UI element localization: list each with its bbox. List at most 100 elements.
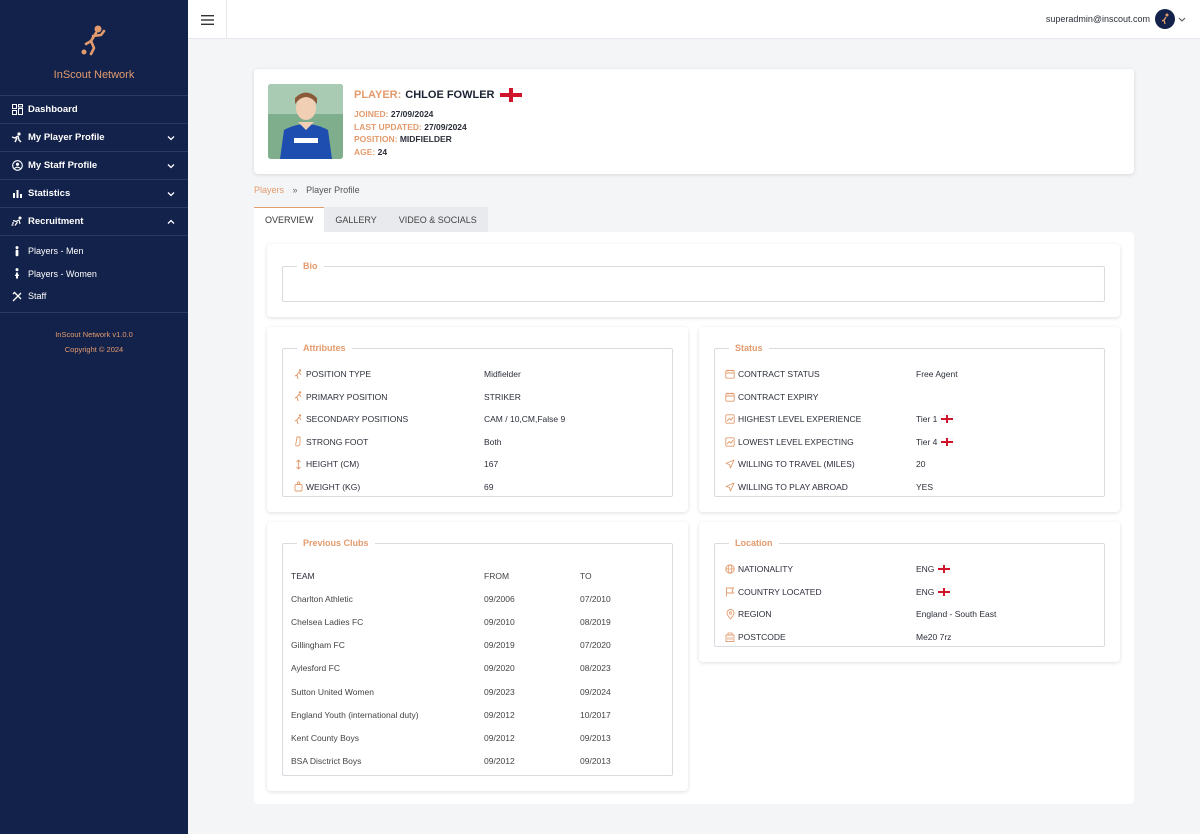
club-to: 08/2023 <box>580 663 611 674</box>
version-text: InScout Network v1.0.0 <box>55 329 133 339</box>
tab-video-socials[interactable]: VIDEO & SOCIALS <box>387 207 488 232</box>
brand: InScout Network <box>0 0 188 96</box>
location-value: Me20 7rz <box>916 631 952 642</box>
tab-gallery[interactable]: GALLERY <box>324 207 388 232</box>
status-row: HIGHEST LEVEL EXPERIENCE Tier 1 <box>723 408 1096 431</box>
attribute-row: WEIGHT (KG) 69 <box>291 476 664 499</box>
table-row: Sutton United Women 09/2023 09/2024 <box>291 680 664 703</box>
send-icon <box>723 481 737 493</box>
subnav-players-men[interactable]: Players - Men <box>0 240 188 263</box>
attribute-row: HEIGHT (CM) 167 <box>291 453 664 476</box>
nav-recruitment[interactable]: Recruitment <box>0 208 188 236</box>
table-row: BSA Disctrict Boys 09/2012 09/2013 <box>291 750 664 773</box>
club-to: 09/2024 <box>580 686 611 697</box>
attribute-value: Both <box>484 436 502 447</box>
status-label: HIGHEST LEVEL EXPERIENCE <box>738 414 862 425</box>
bio-legend: Bio <box>297 261 324 271</box>
location-value: ENG <box>916 564 951 575</box>
nav-my-staff-profile[interactable]: My Staff Profile <box>0 152 188 180</box>
chevron-up-icon <box>167 219 175 224</box>
player-label: PLAYER: <box>354 89 402 101</box>
club-team: Chelsea Ladies FC <box>291 616 364 627</box>
location-label: COUNTRY LOCATED <box>738 586 822 597</box>
position-row: POSITION: MIDFIELDER <box>354 133 522 146</box>
age-label: AGE: <box>354 146 376 157</box>
calendar-icon <box>723 391 737 403</box>
person-icon <box>11 268 23 280</box>
england-flag-icon <box>941 415 954 424</box>
attribute-value: CAM / 10,CM,False 9 <box>484 414 566 425</box>
table-row: Kent County Boys 09/2012 09/2013 <box>291 726 664 749</box>
status-row: CONTRACT EXPIRY <box>723 386 1096 409</box>
location-row: NATIONALITY ENG <box>723 558 1096 581</box>
breadcrumb-separator: » <box>292 185 298 195</box>
brand-name: InScout Network <box>53 69 135 81</box>
attribute-label: POSITION TYPE <box>306 369 372 380</box>
status-value: Tier 4 <box>916 436 954 447</box>
weight-icon <box>291 481 305 493</box>
location-label: REGION <box>738 609 772 620</box>
globe-icon <box>723 563 737 575</box>
age-value: 24 <box>377 146 388 157</box>
avatar <box>1155 9 1175 29</box>
status-label: CONTRACT EXPIRY <box>738 391 819 402</box>
attribute-label: SECONDARY POSITIONS <box>306 414 409 425</box>
user-menu[interactable]: superadmin@inscout.com <box>1046 9 1186 29</box>
table-row: Aylesford FC 09/2020 08/2023 <box>291 657 664 680</box>
subnav-staff[interactable]: Staff <box>0 285 188 308</box>
previous-clubs-table: TEAM FROM TO Charlton Athletic 09/2006 07/… <box>291 564 664 773</box>
location-row: POSTCODE Me20 7rz <box>723 626 1096 649</box>
player-header-card: PLAYER: CHLOE FOWLER JOINED: 27/09/2024 … <box>254 69 1134 174</box>
location-fieldset: Location NATIONALITY ENG COUNTRY LOCATED… <box>714 538 1105 649</box>
attribute-label: HEIGHT (CM) <box>306 459 360 470</box>
status-legend: Status <box>729 343 769 353</box>
player-icon <box>11 132 23 144</box>
player-info: PLAYER: CHLOE FOWLER JOINED: 27/09/2024 … <box>354 88 522 158</box>
logo-icon <box>81 25 106 56</box>
club-from: 09/2023 <box>484 686 515 697</box>
location-value-text: ENG <box>916 564 935 575</box>
breadcrumb-players-link[interactable]: Players <box>254 185 284 195</box>
status-value: Tier 1 <box>916 414 954 424</box>
england-flag-icon <box>941 437 954 446</box>
club-team: BSA Disctrict Boys <box>291 756 362 767</box>
trending-icon <box>723 436 737 448</box>
staff-whistle-icon <box>11 290 23 302</box>
club-to: 09/2013 <box>580 732 611 743</box>
location-card: Location NATIONALITY ENG COUNTRY LOCATED… <box>699 522 1120 662</box>
nav-my-player-profile[interactable]: My Player Profile <box>0 124 188 152</box>
column-header-team: TEAM <box>291 570 315 581</box>
location-row: REGION England - South East <box>723 603 1096 626</box>
england-flag-icon <box>938 565 951 574</box>
table-row: Chelsea Ladies FC 09/2010 08/2019 <box>291 610 664 633</box>
status-value-text: Tier 4 <box>916 436 938 447</box>
club-team: England Youth (international duty) <box>291 709 419 720</box>
copyright-text: Copyright © 2024 <box>64 344 124 354</box>
club-from: 09/2006 <box>484 593 515 604</box>
location-row: COUNTRY LOCATED ENG <box>723 581 1096 604</box>
overview-panel: Bio Attributes POSITION TYPE Midfielder … <box>254 232 1134 804</box>
subnav-players-women[interactable]: Players - Women <box>0 263 188 286</box>
chevron-down-icon <box>167 191 175 196</box>
attribute-label: WEIGHT (KG) <box>306 481 361 492</box>
previous-clubs-legend: Previous Clubs <box>297 538 375 548</box>
table-row: Charlton Athletic 09/2006 07/2010 <box>291 587 664 610</box>
status-value: 20 <box>916 459 926 470</box>
breadcrumb-current: Player Profile <box>306 185 360 195</box>
player-photo <box>268 84 343 159</box>
nav-dashboard[interactable]: Dashboard <box>0 96 188 124</box>
tab-overview[interactable]: OVERVIEW <box>254 207 325 232</box>
table-row: Gillingham FC 09/2019 07/2020 <box>291 634 664 657</box>
chevron-down-icon <box>167 163 175 168</box>
club-to: 07/2010 <box>580 593 611 604</box>
previous-clubs-card: Previous Clubs TEAM FROM TO Charlton Ath… <box>267 522 688 791</box>
bio-fieldset: Bio <box>282 261 1105 302</box>
club-from: 09/2020 <box>484 663 515 674</box>
nav-statistics[interactable]: Statistics <box>0 180 188 208</box>
club-team: Kent County Boys <box>291 732 360 743</box>
menu-toggle-button[interactable] <box>188 0 227 39</box>
bio-card: Bio <box>267 244 1120 317</box>
nav-label: My Staff Profile <box>28 160 98 171</box>
club-to: 09/2013 <box>580 756 611 767</box>
player-name-line: PLAYER: CHLOE FOWLER <box>354 88 522 102</box>
